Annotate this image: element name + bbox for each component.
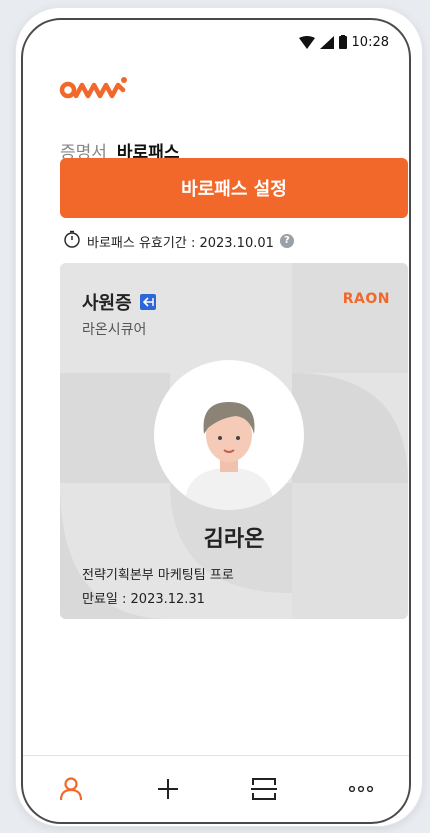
- bottom-nav: [23, 755, 409, 822]
- employee-name: 김라온: [203, 527, 265, 552]
- expiration-date: 만료일 : 2023.12.31: [82, 592, 205, 607]
- nav-scan[interactable]: [239, 769, 289, 809]
- nav-more[interactable]: [336, 769, 386, 809]
- department: 전략기획본부 마케팅팀 프로: [82, 568, 234, 583]
- avatar: [154, 360, 304, 510]
- help-icon[interactable]: ?: [279, 234, 294, 248]
- exit-icon: [139, 294, 156, 310]
- omni-logo: [59, 76, 131, 104]
- nav-profile[interactable]: [46, 769, 96, 809]
- timer-icon: [63, 230, 81, 252]
- barropass-settings-button[interactable]: 바로패스 설정: [60, 158, 408, 218]
- battery-icon: [338, 35, 347, 49]
- nav-add[interactable]: [143, 769, 193, 809]
- expiry-row: 바로패스 유효기간 : 2023.10.01 ?: [63, 230, 294, 252]
- scan-icon: [251, 778, 278, 800]
- company-name: 라온시큐어: [82, 322, 147, 338]
- raon-logo: RAON: [342, 291, 390, 307]
- person-icon: [60, 777, 83, 801]
- more-icon: [348, 785, 373, 793]
- wifi-icon: [298, 35, 315, 49]
- status-time: 10:28: [351, 34, 389, 50]
- status-bar: 10:28: [298, 32, 389, 52]
- card-title-text: 사원증: [82, 293, 132, 314]
- plus-icon: [157, 779, 178, 799]
- employee-id-card: 사원증 라온시큐어 RAON 김라온 전략기획본부 마케팅팀 프로 만료일 : …: [60, 263, 408, 619]
- signal-icon: [319, 35, 334, 49]
- card-title: 사원증: [82, 289, 156, 315]
- app-screen: 10:28 증명서 바로패스 바로패스 설정 바로패스 유효기간 : 2023.…: [21, 18, 411, 824]
- expiry-text: 바로패스 유효기간 : 2023.10.01: [87, 235, 274, 251]
